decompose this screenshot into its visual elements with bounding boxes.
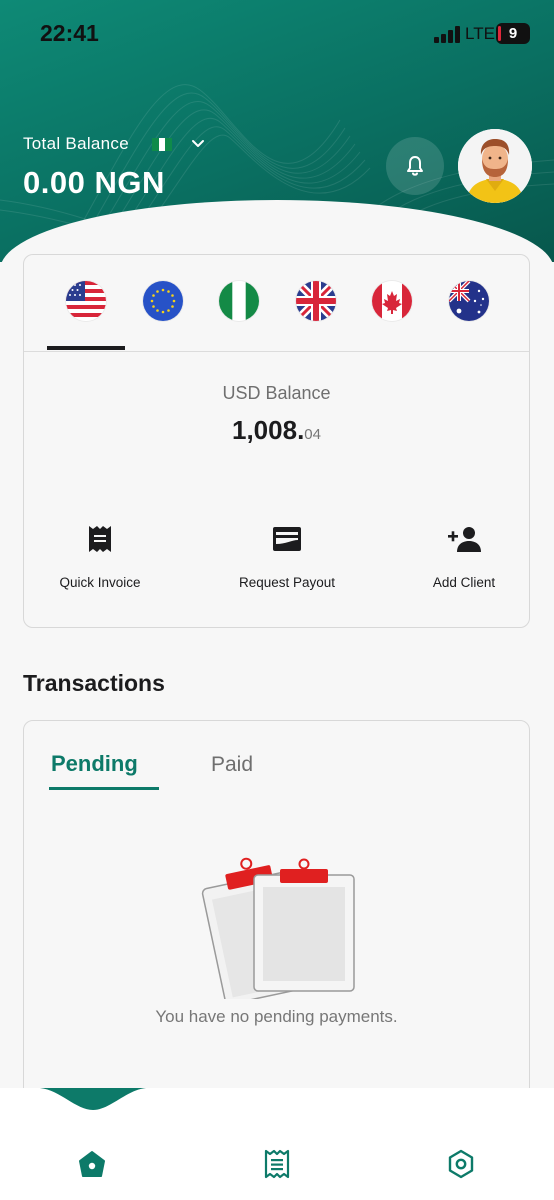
empty-state-message: You have no pending payments.	[155, 1007, 398, 1026]
request-payout-button[interactable]: Request Payout	[207, 523, 367, 590]
battery-icon: 9	[496, 23, 530, 44]
bottom-navigation	[0, 1088, 554, 1200]
total-balance-value: 0.00 NGN	[23, 165, 165, 200]
active-tab-indicator	[49, 787, 159, 790]
total-balance-label: Total Balance	[23, 134, 129, 153]
usd-balance-value: 1,008.04	[24, 415, 529, 446]
nav-invoices[interactable]	[257, 1146, 297, 1182]
australia-flag-icon[interactable]	[449, 281, 489, 321]
tab-pending[interactable]: Pending	[51, 751, 138, 777]
avatar[interactable]	[458, 129, 532, 203]
home-icon	[79, 1151, 105, 1177]
currency-tabs	[24, 255, 529, 352]
nav-home[interactable]	[72, 1146, 112, 1182]
empty-clipboard-illustration	[201, 857, 355, 999]
network-type: LTE	[465, 24, 495, 43]
quick-invoice-button[interactable]: Quick Invoice	[20, 523, 180, 590]
selected-currency-indicator	[47, 346, 125, 350]
transactions-card: Pending Paid You have no pending payment…	[23, 720, 530, 1120]
active-tab-notch	[40, 1088, 146, 1110]
status-time: 22:41	[40, 20, 99, 46]
usd-balance-label: USD Balance	[222, 383, 331, 403]
settings-icon	[448, 1149, 474, 1179]
uk-flag-icon[interactable]	[296, 281, 336, 321]
eu-flag-icon[interactable]	[143, 281, 183, 321]
user-avatar-image	[458, 129, 532, 203]
balance-header: 22:41 LTE 9 Total Balance 0.00 NGN	[0, 0, 554, 262]
currency-balance-card: USD Balance 1,008.04 Quick Invoice Reque…	[23, 254, 530, 628]
add-client-button[interactable]: Add Client	[384, 523, 544, 590]
request-payout-label: Request Payout	[238, 575, 336, 590]
usd-balance-cents: 04	[304, 426, 321, 443]
notifications-button[interactable]	[386, 137, 444, 195]
status-bar: 22:41 LTE 9	[0, 0, 554, 70]
chevron-down-icon[interactable]	[190, 136, 206, 152]
nigeria-flag-icon[interactable]	[152, 138, 173, 151]
bell-icon	[407, 156, 423, 176]
nav-settings[interactable]	[441, 1146, 481, 1182]
nigeria-flag-icon[interactable]	[219, 281, 259, 321]
battery-level: 9	[508, 25, 518, 42]
wallet-icon	[273, 527, 301, 551]
quick-invoice-label: Quick Invoice	[59, 575, 141, 590]
signal-icon	[434, 25, 464, 43]
app-screen: 22:41 LTE 9 Total Balance 0.00 NGN USD B…	[0, 0, 554, 1200]
transactions-title: Transactions	[23, 670, 165, 696]
invoice-icon	[89, 526, 111, 552]
canada-flag-icon[interactable]	[372, 281, 412, 321]
add-client-label: Add Client	[432, 575, 496, 590]
us-flag-icon[interactable]	[66, 281, 106, 321]
add-person-icon	[448, 527, 481, 552]
usd-balance-main: 1,008.	[232, 415, 305, 445]
receipt-list-icon	[264, 1149, 290, 1179]
tab-paid[interactable]: Paid	[211, 753, 253, 777]
